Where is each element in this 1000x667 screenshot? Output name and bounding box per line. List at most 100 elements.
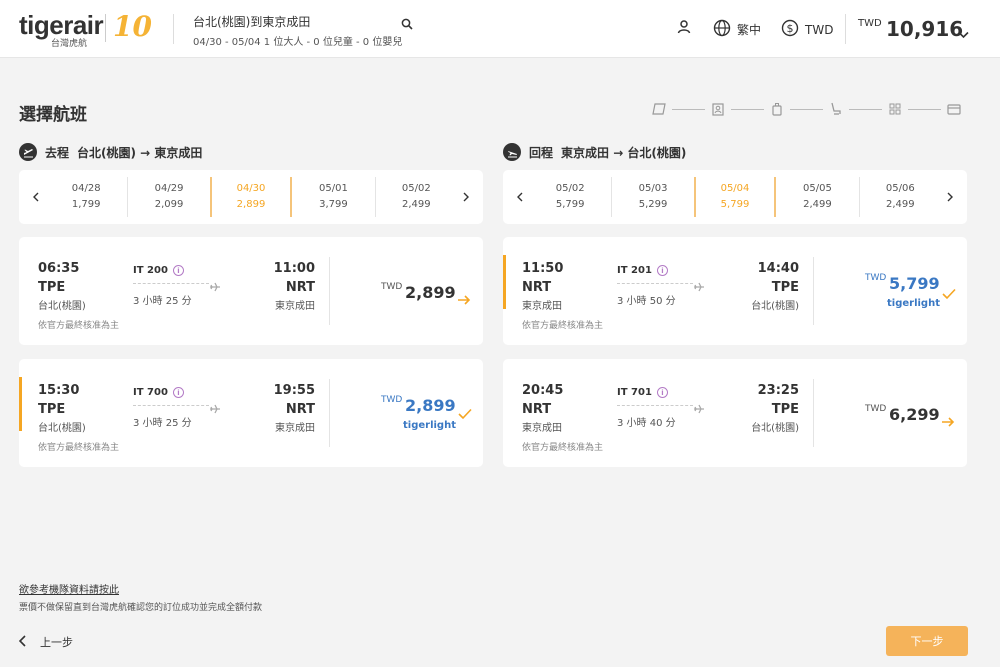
departure-time: 15:30	[38, 383, 80, 398]
date-tab-selected[interactable]: 04/30 2,899	[209, 177, 293, 217]
fare-tier: tigerlight	[403, 420, 456, 431]
date-tab[interactable]: 05/06 2,499	[858, 177, 941, 217]
check-icon	[942, 285, 956, 304]
flight-card[interactable]: 06:35 TPE 台北(桃園) IT 200 i 3 小時 25 分 11:00…	[19, 237, 483, 345]
next-button[interactable]: 下一步	[886, 626, 968, 656]
flight-card-selected[interactable]: 11:50 NRT 東京成田 IT 201 i 3 小時 50 分 14:40 T…	[503, 237, 967, 345]
flight-duration: 3 小時 25 分	[133, 418, 192, 429]
departure-time: 06:35	[38, 261, 80, 276]
date-tab-selected[interactable]: 05/04 5,799	[693, 177, 777, 217]
departure-code: TPE	[38, 402, 66, 417]
departure-city: 東京成田	[522, 301, 562, 312]
route-line	[617, 283, 693, 284]
outbound-route: 台北(桃園) → 東京成田	[77, 145, 203, 160]
check-icon	[458, 405, 472, 424]
dollar-icon: $	[781, 19, 805, 40]
date-tab[interactable]: 05/05 2,499	[776, 177, 858, 217]
arrival-code: NRT	[285, 402, 315, 417]
plane-takeoff-icon	[19, 143, 37, 161]
departure-time: 20:45	[522, 383, 564, 398]
flight-duration: 3 小時 50 分	[617, 296, 676, 307]
search-icon[interactable]	[401, 15, 413, 34]
chevron-down-icon[interactable]	[958, 24, 969, 43]
flight-number: IT 200 i	[133, 265, 184, 276]
logo-divider	[105, 14, 106, 42]
plane-landing-icon	[503, 143, 521, 161]
back-button[interactable]: 上一步	[18, 634, 73, 650]
date-tab[interactable]: 04/29 2,099	[127, 177, 209, 217]
flight-duration: 3 小時 40 分	[617, 418, 676, 429]
flight-duration: 3 小時 25 分	[133, 296, 192, 307]
route-summary: 04/30 - 05/04 1 位大人 - 0 位兒童 - 0 位嬰兒	[193, 37, 403, 48]
chevron-left-icon[interactable]	[513, 188, 527, 206]
flight-card[interactable]: 20:45 NRT 東京成田 IT 701 i 3 小時 40 分 23:25 T…	[503, 359, 967, 467]
currency-selector[interactable]: $ TWD	[781, 19, 833, 40]
plane-icon	[209, 277, 221, 296]
departure-code: NRT	[522, 280, 552, 295]
departure-code: TPE	[38, 280, 66, 295]
outbound-label: 去程	[45, 145, 70, 160]
tigerair-logo[interactable]: tigerair 台灣虎航 10	[19, 10, 159, 50]
arrival-code: TPE	[771, 280, 799, 295]
arrival-time: 19:55	[273, 383, 315, 398]
departure-city: 台北(桃園)	[38, 423, 86, 434]
svg-text:$: $	[787, 22, 794, 35]
passenger-step-icon	[711, 102, 725, 116]
flight-number: IT 701 i	[617, 387, 668, 398]
arrival-code: NRT	[285, 280, 315, 295]
top-header: tigerair 台灣虎航 10 台北(桃園)到東京成田 04/30 - 05/…	[0, 0, 1000, 58]
chevron-right-icon[interactable]	[459, 188, 473, 206]
price-currency: TWD	[381, 282, 403, 292]
date-tab[interactable]: 04/28 1,799	[45, 177, 127, 217]
back-label: 上一步	[40, 636, 73, 649]
language-selector[interactable]: 繁中	[713, 19, 761, 40]
account-button[interactable]	[676, 19, 698, 38]
flight-card-selected[interactable]: 15:30 TPE 台北(桃園) IT 700 i 3 小時 25 分 19:55…	[19, 359, 483, 467]
next-label: 下一步	[910, 635, 944, 648]
departure-city: 東京成田	[522, 423, 562, 434]
total-amount[interactable]: 10,916	[886, 17, 963, 41]
extras-step-icon	[888, 102, 902, 116]
departure-code: NRT	[522, 402, 552, 417]
logo-wordmark: tigerair	[19, 10, 104, 40]
info-icon[interactable]: i	[656, 265, 668, 276]
logo-subtitle: 台灣虎航	[51, 39, 88, 49]
page-title: 選擇航班	[19, 105, 87, 125]
fare-price: 2,899	[405, 283, 456, 302]
fare-disclaimer: 票價不做保留直到台灣虎航確認您的訂位成功並完成全額付款	[19, 603, 263, 613]
price-currency: TWD	[865, 273, 887, 283]
fleet-info-link[interactable]: 欲參考機隊資料請按此	[19, 581, 119, 596]
booking-steps	[652, 101, 961, 117]
header-divider	[173, 14, 174, 44]
price-currency: TWD	[865, 404, 887, 414]
outbound-heading: 去程 台北(桃園) → 東京成田	[19, 143, 202, 161]
arrow-right-icon[interactable]	[457, 290, 471, 309]
currency-label: TWD	[805, 22, 834, 37]
chevron-left-icon[interactable]	[29, 188, 43, 206]
departure-time: 11:50	[522, 261, 564, 276]
info-icon[interactable]: i	[172, 387, 184, 398]
plane-icon	[209, 399, 221, 418]
chevron-left-icon	[18, 634, 40, 650]
arrow-right-icon[interactable]	[941, 412, 955, 431]
arrival-city: 東京成田	[275, 301, 315, 312]
date-tab[interactable]: 05/02 2,499	[374, 177, 457, 217]
chevron-right-icon[interactable]	[943, 188, 957, 206]
arrival-city: 台北(桃園)	[751, 423, 799, 434]
inbound-route: 東京成田 → 台北(桃園)	[561, 145, 687, 160]
departure-city: 台北(桃園)	[38, 301, 86, 312]
info-icon[interactable]: i	[656, 387, 668, 398]
info-icon[interactable]: i	[172, 265, 184, 276]
inbound-label: 回程	[529, 145, 554, 160]
seat-step-icon	[829, 102, 843, 116]
outbound-date-selector: 04/28 1,799 04/29 2,099 04/30 2,899 05/01 3,…	[19, 170, 483, 224]
date-tab[interactable]: 05/02 5,799	[529, 177, 611, 217]
fare-price: 2,899	[405, 396, 456, 415]
flight-number: IT 201 i	[617, 265, 668, 276]
anniversary-badge: 10	[113, 10, 152, 43]
date-tab[interactable]: 05/03 5,299	[611, 177, 693, 217]
inbound-heading: 回程 東京成田 → 台北(桃園)	[503, 143, 686, 161]
fare-price: 5,799	[889, 274, 940, 293]
date-tab[interactable]: 05/01 3,799	[292, 177, 374, 217]
total-currency: TWD	[858, 18, 882, 29]
